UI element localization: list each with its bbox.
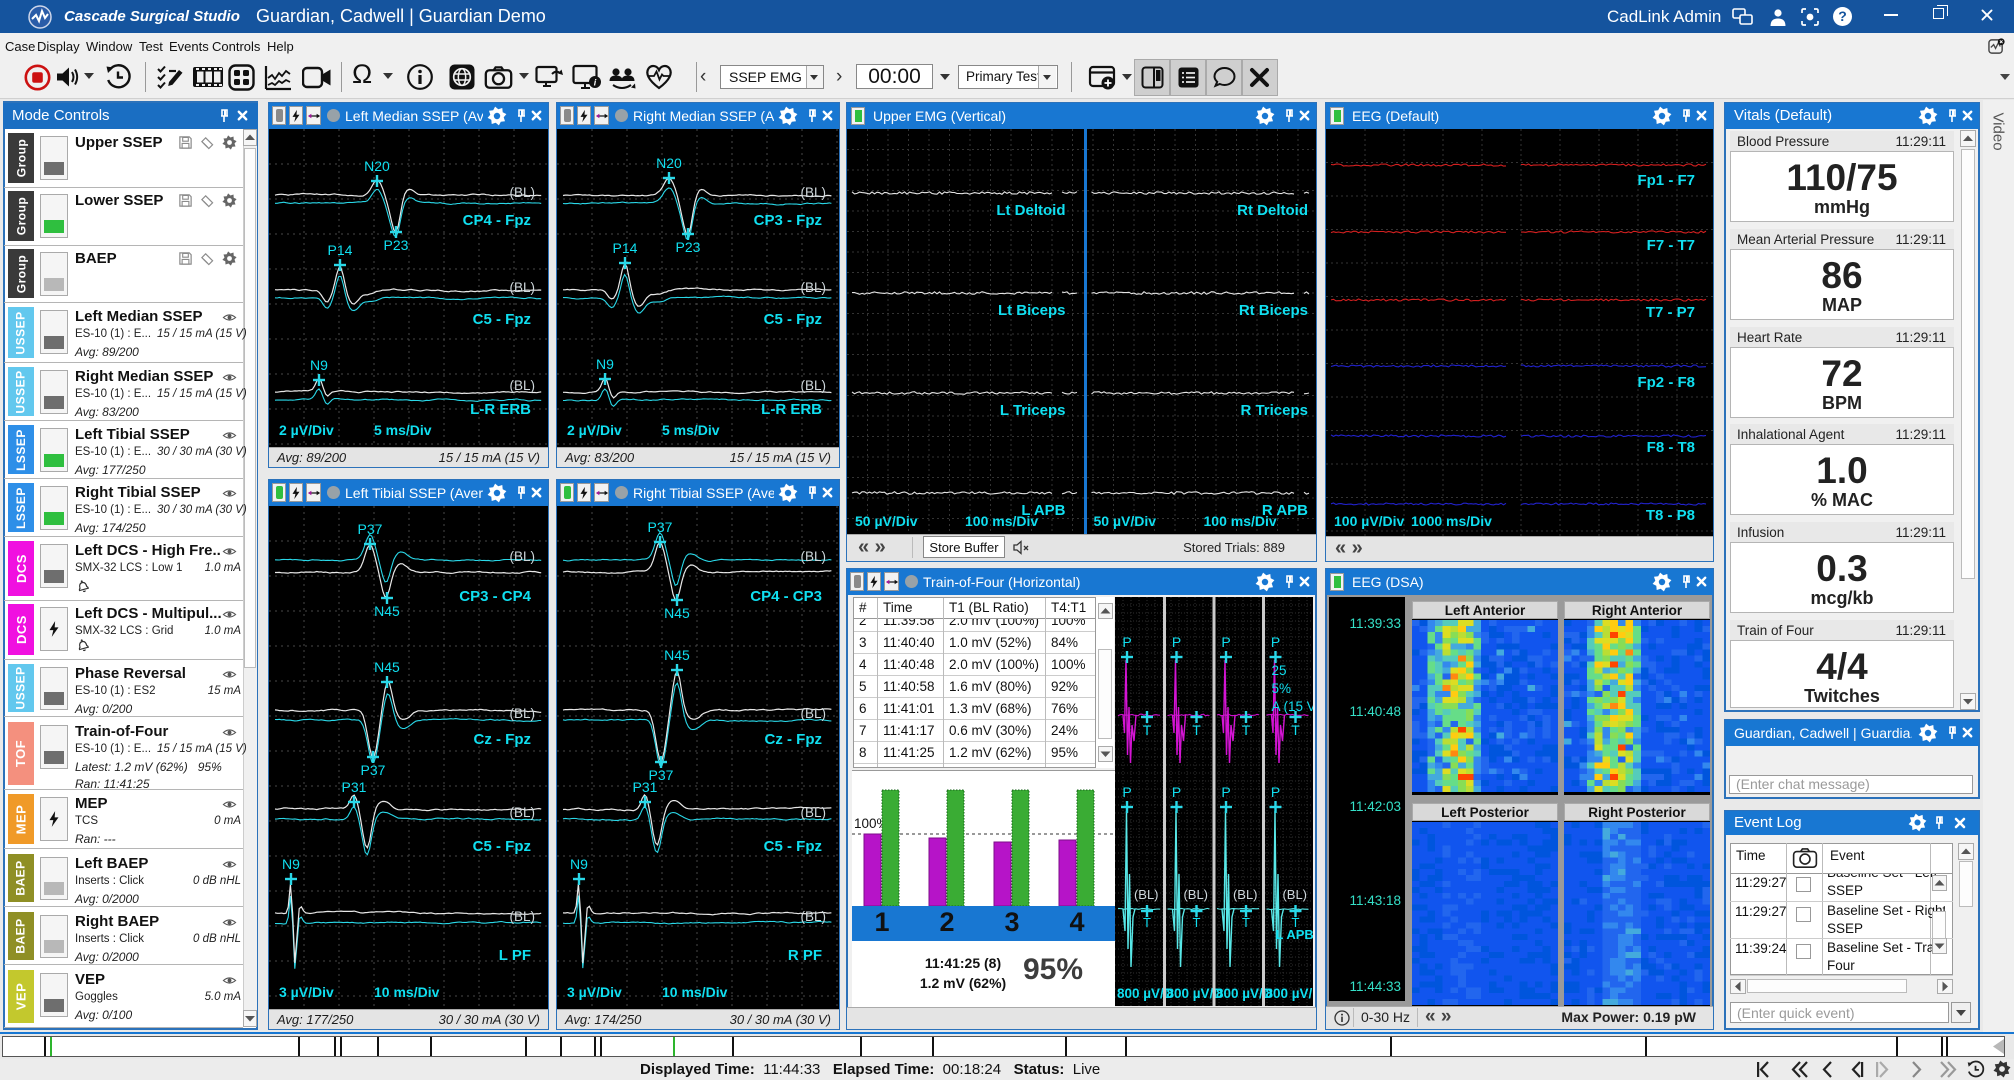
svg-text:(BL): (BL) <box>800 909 826 924</box>
svg-text:Lt Deltoid: Lt Deltoid <box>996 202 1065 219</box>
svg-text:T: T <box>1291 722 1300 738</box>
svg-text:N9: N9 <box>570 856 588 872</box>
svg-text:3 µV/Div: 3 µV/Div <box>279 984 334 1000</box>
svg-text:(BL): (BL) <box>509 280 535 295</box>
svg-text:N9: N9 <box>282 856 300 872</box>
svg-text:P37: P37 <box>361 762 386 778</box>
svg-text:N45: N45 <box>374 659 400 675</box>
svg-text:10 ms/Div: 10 ms/Div <box>374 984 440 1000</box>
svg-text:T: T <box>1193 915 1201 930</box>
svg-text:N20: N20 <box>364 158 390 174</box>
svg-text:Fp1 - F7: Fp1 - F7 <box>1637 172 1695 189</box>
svg-text:C5 - Fpz: C5 - Fpz <box>473 838 531 855</box>
svg-text:T: T <box>1242 915 1250 930</box>
svg-text:L APB: L APB <box>1276 927 1314 942</box>
svg-text:(BL): (BL) <box>509 909 535 924</box>
svg-text:Rt Deltoid: Rt Deltoid <box>1237 202 1308 219</box>
svg-text:25: 25 <box>1272 663 1287 678</box>
svg-text:T: T <box>1143 722 1152 738</box>
svg-text:(BL): (BL) <box>800 706 826 721</box>
svg-text:CP3 - CP4: CP3 - CP4 <box>459 588 531 605</box>
svg-text:(BL): (BL) <box>800 805 826 820</box>
svg-text:1000 ms/Div: 1000 ms/Div <box>1411 513 1492 529</box>
svg-text:Lt Biceps: Lt Biceps <box>998 302 1066 319</box>
svg-text:(BL): (BL) <box>509 706 535 721</box>
svg-text:P14: P14 <box>613 240 638 256</box>
svg-text:Cz - Fpz: Cz - Fpz <box>474 731 532 748</box>
svg-text:800 µV/D: 800 µV/D <box>1266 986 1314 1001</box>
svg-text:F8 - T8: F8 - T8 <box>1647 439 1695 456</box>
svg-text:(BL): (BL) <box>1134 887 1159 902</box>
svg-text:N45: N45 <box>664 647 690 663</box>
svg-text:P23: P23 <box>676 239 701 255</box>
svg-text:50 µV/Div: 50 µV/Div <box>1094 513 1157 529</box>
svg-text:P37: P37 <box>648 519 673 535</box>
svg-text:T8 - P8: T8 - P8 <box>1646 507 1695 524</box>
svg-text:(BL): (BL) <box>800 549 826 564</box>
svg-text:5 ms/Div: 5 ms/Div <box>374 422 432 438</box>
svg-text:100 µV/Div: 100 µV/Div <box>1334 513 1405 529</box>
svg-text:100 ms/Div: 100 ms/Div <box>965 513 1038 529</box>
svg-text:P: P <box>1172 784 1181 800</box>
svg-text:2 µV/Div: 2 µV/Div <box>279 422 334 438</box>
svg-text:T7 - P7: T7 - P7 <box>1646 304 1695 321</box>
svg-text:N45: N45 <box>664 605 690 621</box>
svg-text:P: P <box>1122 634 1131 650</box>
svg-text:R PF: R PF <box>788 947 822 964</box>
svg-text:(BL): (BL) <box>509 549 535 564</box>
svg-text:10 ms/Div: 10 ms/Div <box>662 984 728 1000</box>
svg-text:C5 - Fpz: C5 - Fpz <box>764 311 822 328</box>
svg-text:(BL): (BL) <box>1183 887 1208 902</box>
svg-text:L-R ERB: L-R ERB <box>470 401 531 418</box>
svg-text:(BL): (BL) <box>1282 887 1307 902</box>
svg-text:Cz - Fpz: Cz - Fpz <box>765 731 823 748</box>
svg-text:T: T <box>1242 722 1251 738</box>
svg-text:(BL): (BL) <box>509 805 535 820</box>
svg-text:T: T <box>1192 722 1201 738</box>
svg-text:T: T <box>1143 915 1151 930</box>
svg-text:P14: P14 <box>328 242 353 258</box>
svg-text:P31: P31 <box>633 779 658 795</box>
svg-text:(BL): (BL) <box>800 185 826 200</box>
svg-text:Rt Biceps: Rt Biceps <box>1239 302 1308 319</box>
svg-text:3 µV/Div: 3 µV/Div <box>567 984 622 1000</box>
svg-text:2 µV/Div: 2 µV/Div <box>567 422 622 438</box>
svg-text:(BL): (BL) <box>1233 887 1258 902</box>
svg-text:5 ms/Div: 5 ms/Div <box>662 422 720 438</box>
svg-text:F7 - T7: F7 - T7 <box>1647 237 1695 254</box>
svg-text:(BL): (BL) <box>509 185 535 200</box>
svg-text:N9: N9 <box>310 357 328 373</box>
svg-text:CP4 - CP3: CP4 - CP3 <box>750 588 822 605</box>
svg-text:50 µV/Div: 50 µV/Div <box>855 513 918 529</box>
svg-text:N9: N9 <box>596 356 614 372</box>
svg-text:C5 - Fpz: C5 - Fpz <box>473 311 531 328</box>
svg-text:CP3 - Fpz: CP3 - Fpz <box>754 212 822 229</box>
svg-text:P: P <box>1271 634 1280 650</box>
svg-text:(BL): (BL) <box>509 378 535 393</box>
svg-text:P: P <box>1221 634 1230 650</box>
svg-text:L Triceps: L Triceps <box>1000 402 1066 419</box>
svg-text:Fp2 - F8: Fp2 - F8 <box>1637 374 1695 391</box>
svg-text:100 ms/Div: 100 ms/Div <box>1204 513 1277 529</box>
svg-text:L-R ERB: L-R ERB <box>761 401 822 418</box>
svg-text:P: P <box>1172 634 1181 650</box>
svg-text:P: P <box>1221 784 1230 800</box>
svg-text:N20: N20 <box>656 155 682 171</box>
svg-text:R Triceps: R Triceps <box>1240 402 1308 419</box>
svg-text:5%: 5% <box>1272 681 1292 696</box>
svg-text:P: P <box>1271 784 1280 800</box>
svg-text:CP4 - Fpz: CP4 - Fpz <box>463 212 531 229</box>
svg-text:(BL): (BL) <box>800 280 826 295</box>
svg-text:P37: P37 <box>358 521 383 537</box>
svg-text:(BL): (BL) <box>800 378 826 393</box>
svg-text:L PF: L PF <box>499 947 531 964</box>
svg-text:N45: N45 <box>374 603 400 619</box>
svg-text:P23: P23 <box>384 237 409 253</box>
svg-text:P: P <box>1122 784 1131 800</box>
svg-text:C5 - Fpz: C5 - Fpz <box>764 838 822 855</box>
svg-text:A (15 V): A (15 V) <box>1272 699 1314 714</box>
svg-text:P31: P31 <box>342 779 367 795</box>
